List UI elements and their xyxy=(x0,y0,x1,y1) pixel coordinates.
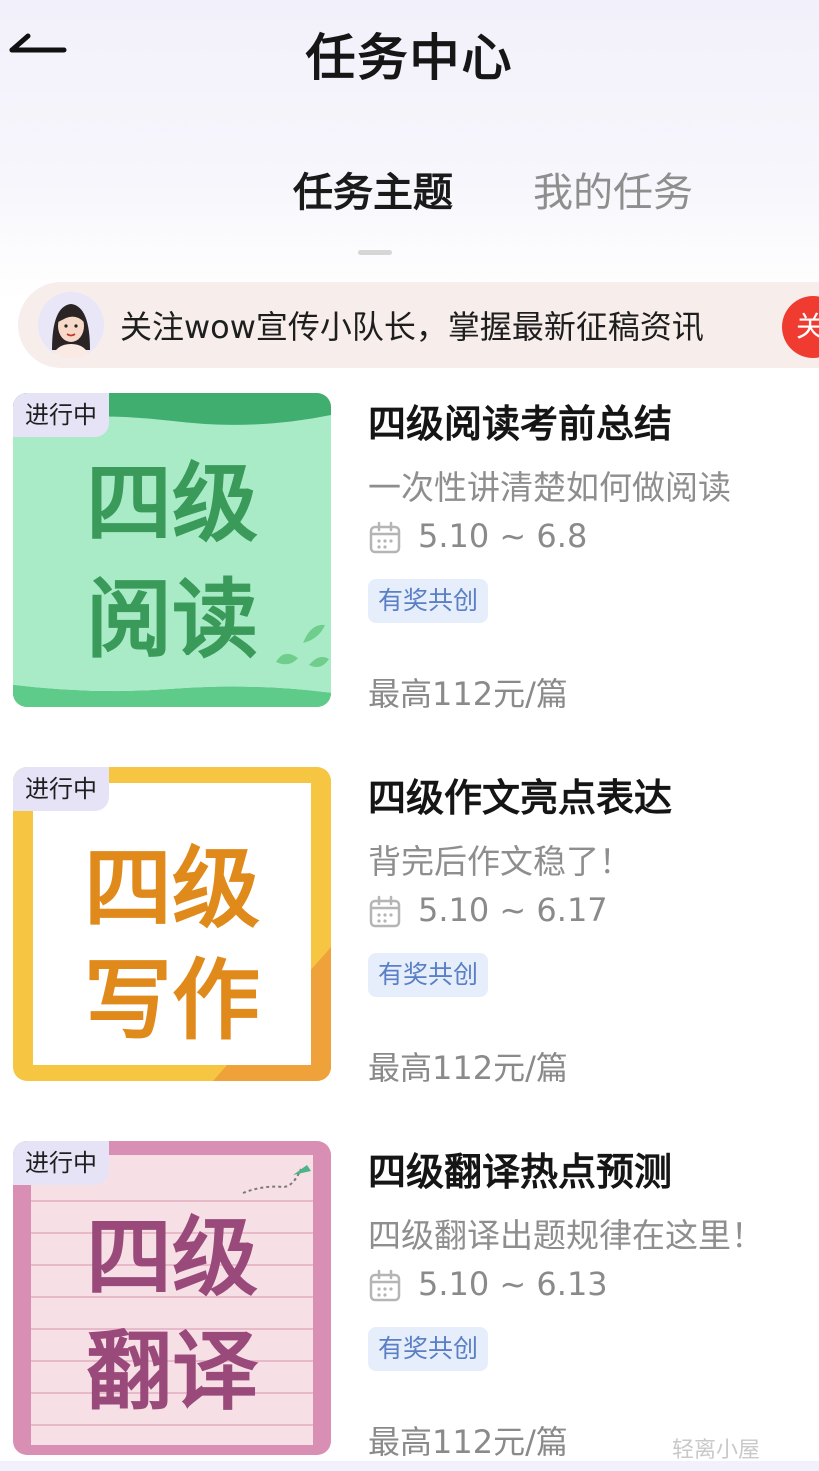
cover-text-line1: 四级 xyxy=(86,1208,258,1308)
calendar-icon xyxy=(369,895,401,928)
task-title: 四级作文亮点表达 xyxy=(368,776,673,820)
task-reward: 最高112元/篇 xyxy=(368,1049,568,1087)
task-subtitle: 一次性讲清楚如何做阅读 xyxy=(368,468,731,507)
task-title: 四级阅读考前总结 xyxy=(368,402,673,446)
task-title: 四级翻译热点预测 xyxy=(368,1150,673,1194)
task-reward: 最高112元/篇 xyxy=(368,675,568,713)
task-card-reading[interactable]: 四级 阅读 进行中 四级阅读考前总结 一次性讲清楚如何做阅读 5.10 ~ 6.… xyxy=(0,393,819,723)
avatar-illustration xyxy=(38,292,104,358)
task-subtitle: 背完后作文稳了！ xyxy=(368,842,632,881)
avatar xyxy=(38,292,104,358)
tab-bar: 任务主题 我的任务 xyxy=(0,160,819,260)
status-badge: 进行中 xyxy=(13,1141,109,1185)
tab-task-themes[interactable]: 任务主题 xyxy=(293,160,453,218)
task-cover-reading: 四级 阅读 进行中 xyxy=(13,393,331,707)
follow-banner[interactable]: 关注wow宣传小队长，掌握最新征稿资讯 关 xyxy=(18,282,819,368)
calendar-icon xyxy=(369,521,401,554)
task-cover-translation: 四级 翻译 进行中 xyxy=(13,1141,331,1455)
task-card-translation[interactable]: 四级 翻译 进行中 四级翻译热点预测 四级翻译出题规律在这里！ 5.10 ~ 6… xyxy=(0,1141,819,1471)
task-date: 5.10 ~ 6.8 xyxy=(418,517,588,555)
banner-text: 关注wow宣传小队长，掌握最新征稿资讯 xyxy=(120,308,704,346)
task-card-writing[interactable]: 四级 写作 进行中 四级作文亮点表达 背完后作文稳了！ 5.10 ~ 6.17 … xyxy=(0,767,819,1097)
cover-text-line2: 阅读 xyxy=(86,570,258,670)
watermark-text: 轻离小屋 xyxy=(672,1438,761,1463)
task-date: 5.10 ~ 6.13 xyxy=(418,1265,608,1303)
translation-cover-art: 四级 翻译 xyxy=(13,1141,331,1455)
task-tag: 有奖共创 xyxy=(368,579,489,623)
cover-text-line2: 翻译 xyxy=(86,1322,259,1422)
task-tag: 有奖共创 xyxy=(368,1327,489,1371)
tab-indicator xyxy=(358,250,392,255)
task-tag: 有奖共创 xyxy=(368,953,489,997)
page-title: 任务中心 xyxy=(305,29,514,87)
status-badge: 进行中 xyxy=(13,393,109,437)
tab-my-tasks[interactable]: 我的任务 xyxy=(533,160,693,218)
banner-follow-button[interactable]: 关 xyxy=(782,296,819,358)
task-subtitle: 四级翻译出题规律在这里！ xyxy=(368,1216,764,1255)
calendar-icon xyxy=(369,1269,401,1302)
task-date: 5.10 ~ 6.17 xyxy=(418,891,608,929)
cover-text-line1: 四级 xyxy=(86,454,258,554)
header: 任务中心 xyxy=(0,0,819,100)
reading-cover-art: 四级 阅读 xyxy=(13,393,331,707)
status-badge: 进行中 xyxy=(13,767,109,811)
task-reward: 最高112元/篇 xyxy=(368,1423,568,1461)
cover-text-line1: 四级 xyxy=(84,837,260,940)
task-cover-writing: 四级 写作 进行中 xyxy=(13,767,331,1081)
writing-cover-art: 四级 写作 xyxy=(13,767,331,1081)
cover-text-line2: 写作 xyxy=(84,949,260,1052)
